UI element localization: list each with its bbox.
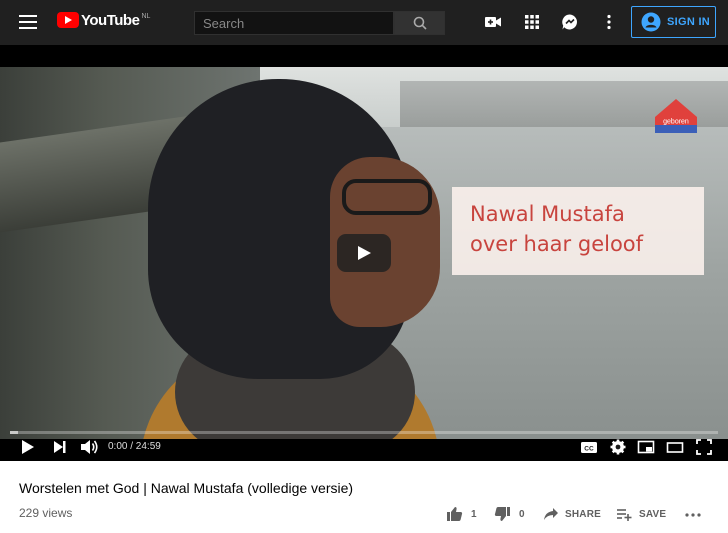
play-icon <box>22 440 34 454</box>
save-label: SAVE <box>639 508 667 520</box>
theater-mode-button[interactable] <box>666 438 684 456</box>
search-icon <box>413 16 427 30</box>
progress-bar[interactable] <box>10 431 718 434</box>
dislike-button[interactable]: 0 <box>494 506 525 522</box>
apps-button[interactable] <box>523 13 541 31</box>
more-actions-button[interactable] <box>684 506 702 522</box>
miniplayer-button[interactable] <box>637 438 655 456</box>
video-overlay-title-card: Nawal Mustafa over haar geloof <box>452 187 704 275</box>
play-button[interactable] <box>20 438 36 456</box>
more-vertical-icon <box>607 14 611 30</box>
youtube-logo[interactable]: YouTube NL <box>57 12 150 29</box>
share-label: SHARE <box>565 508 602 520</box>
overlay-title-line-2: over haar geloof <box>470 232 644 256</box>
video-camera-icon <box>485 17 501 27</box>
search-input[interactable] <box>195 12 393 34</box>
account-circle-icon <box>641 12 661 32</box>
channel-watermark-logo: geboren <box>655 99 697 133</box>
logo-country-code: NL <box>141 13 151 20</box>
logo-text: YouTube <box>81 12 140 29</box>
more-options-button[interactable] <box>600 13 618 31</box>
overlay-title-line-1: Nawal Mustafa <box>470 202 625 226</box>
youtube-play-logo-icon <box>57 12 79 28</box>
sign-in-label: SIGN IN <box>667 16 711 28</box>
hamburger-menu-icon[interactable] <box>19 15 37 29</box>
save-button[interactable]: SAVE <box>616 506 666 522</box>
share-arrow-icon <box>544 508 558 520</box>
settings-button[interactable] <box>609 438 627 456</box>
video-title: Worstelen met God | Nawal Mustafa (volle… <box>19 480 354 496</box>
theater-mode-icon <box>666 442 684 453</box>
more-horizontal-icon <box>685 513 701 517</box>
view-count: 229 views <box>19 506 73 520</box>
search-button[interactable] <box>394 11 445 35</box>
skip-next-icon <box>54 441 66 453</box>
fullscreen-button[interactable] <box>695 438 713 456</box>
playlist-add-icon <box>617 509 632 521</box>
search-box <box>194 11 394 35</box>
thumbs-up-icon <box>447 507 463 521</box>
watermark-text: geboren <box>663 119 689 126</box>
share-button[interactable]: SHARE <box>543 506 601 522</box>
miniplayer-icon <box>637 440 655 454</box>
svg-text:CC: CC <box>584 446 594 453</box>
volume-icon <box>81 440 98 454</box>
top-bar: YouTube NL Search SIGN IN <box>0 0 728 45</box>
center-play-button[interactable] <box>337 234 391 272</box>
sign-in-button[interactable]: SIGN IN <box>631 6 716 38</box>
volume-button[interactable] <box>80 438 100 456</box>
thumbs-down-icon <box>494 507 510 521</box>
video-frame[interactable]: Nawal Mustafa over haar geloof geboren <box>0 67 728 439</box>
gear-icon <box>610 439 626 455</box>
like-count: 1 <box>471 508 477 520</box>
dislike-count: 0 <box>519 508 525 520</box>
next-button[interactable] <box>52 438 68 456</box>
messages-icon <box>562 14 577 30</box>
time-display: 0:00 / 24:59 <box>108 441 161 452</box>
like-button[interactable]: 1 <box>446 506 477 522</box>
captions-icon: CC <box>581 442 597 453</box>
captions-button[interactable]: CC <box>580 438 598 456</box>
messages-button[interactable] <box>561 13 579 31</box>
create-video-button[interactable] <box>484 13 502 31</box>
fullscreen-icon <box>696 439 712 455</box>
apps-grid-icon <box>525 15 539 29</box>
